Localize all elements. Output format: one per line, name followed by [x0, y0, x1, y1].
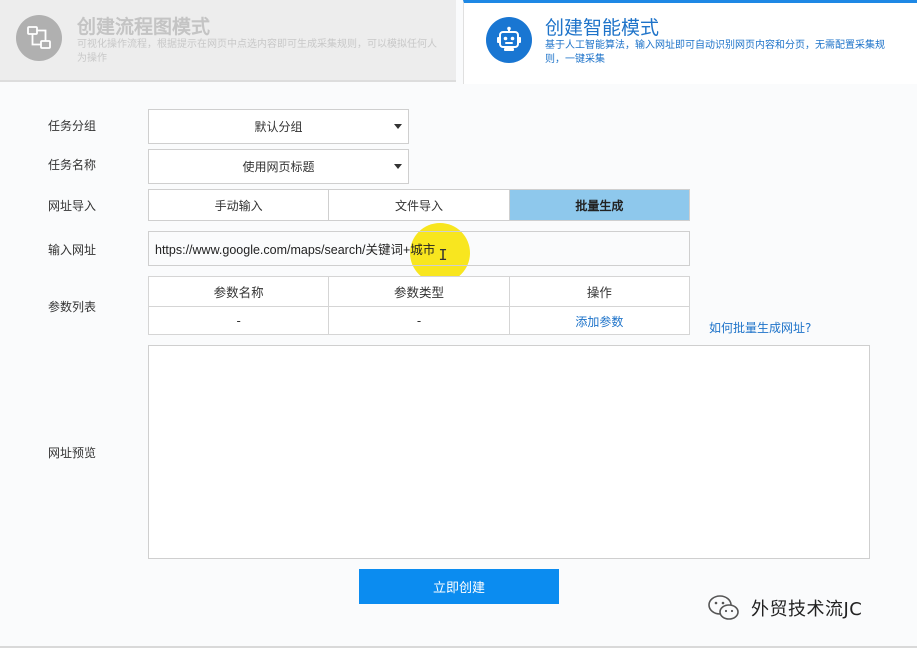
- table-row: - - 添加参数: [149, 306, 689, 335]
- flowchart-mode-tab[interactable]: 创建流程图模式 可视化操作流程，根据提示在网页中点选内容即可生成采集规则，可以模…: [0, 0, 456, 82]
- task-name-select[interactable]: 使用网页标题: [148, 149, 409, 184]
- wechat-icon: [708, 595, 739, 620]
- smart-mode-tab[interactable]: 创建智能模式 基于人工智能算法，输入网址即可自动识别网页内容和分页，无需配置采集…: [463, 0, 917, 84]
- watermark-text: 外贸技术流JC: [751, 599, 863, 620]
- param-table-header: 参数名称 参数类型 操作: [149, 277, 689, 306]
- smart-mode-title: 创建智能模式: [545, 17, 660, 39]
- smart-mode-description: 基于人工智能算法，输入网址即可自动识别网页内容和分页，无需配置采集规则，一键采集: [545, 40, 885, 65]
- url-preview-label: 网址预览: [48, 446, 97, 460]
- mode-tabs: 创建流程图模式 可视化操作流程，根据提示在网页中点选内容即可生成采集规则，可以模…: [0, 0, 917, 84]
- tab-file-import[interactable]: 文件导入: [329, 190, 510, 220]
- url-preview-textarea[interactable]: [148, 345, 870, 559]
- param-header-action: 操作: [586, 285, 612, 300]
- flowchart-mode-title: 创建流程图模式: [77, 16, 211, 38]
- task-group-value: 默认分组: [254, 120, 303, 134]
- param-type-cell: -: [329, 307, 510, 335]
- task-group-label: 任务分组: [48, 119, 97, 133]
- tab-manual-input[interactable]: 手动输入: [149, 190, 330, 220]
- url-import-label: 网址导入: [48, 199, 97, 213]
- task-group-select[interactable]: 默认分组: [148, 109, 409, 144]
- param-list-label: 参数列表: [48, 300, 97, 314]
- add-param-link[interactable]: 添加参数: [575, 313, 623, 330]
- flowchart-icon: [16, 15, 62, 61]
- param-header-type: 参数类型: [329, 277, 510, 306]
- task-name-value: 使用网页标题: [242, 160, 315, 174]
- create-now-button[interactable]: 立即创建: [359, 569, 559, 604]
- param-table: 参数名称 参数类型 操作 - - 添加参数: [148, 276, 690, 335]
- url-import-tabs: 手动输入 文件导入 批量生成: [148, 189, 690, 221]
- text-cursor-icon: I: [438, 246, 448, 264]
- url-input[interactable]: [148, 231, 690, 266]
- param-action-cell: 添加参数: [510, 307, 689, 335]
- url-input-label: 输入网址: [48, 243, 97, 257]
- caret-down-icon: [394, 124, 402, 129]
- flowchart-mode-description: 可视化操作流程，根据提示在网页中点选内容即可生成采集规则，可以模拟任何人为操作: [77, 39, 437, 64]
- robot-icon: [486, 17, 532, 63]
- tab-batch-generate[interactable]: 批量生成: [509, 190, 689, 220]
- param-header-name: 参数名称: [149, 277, 330, 306]
- task-name-label: 任务名称: [48, 158, 97, 172]
- batch-url-help-link[interactable]: 如何批量生成网址?: [709, 319, 811, 336]
- param-name-cell: -: [149, 307, 330, 335]
- watermark: 外贸技术流JC: [707, 592, 862, 624]
- caret-down-icon: [394, 164, 402, 169]
